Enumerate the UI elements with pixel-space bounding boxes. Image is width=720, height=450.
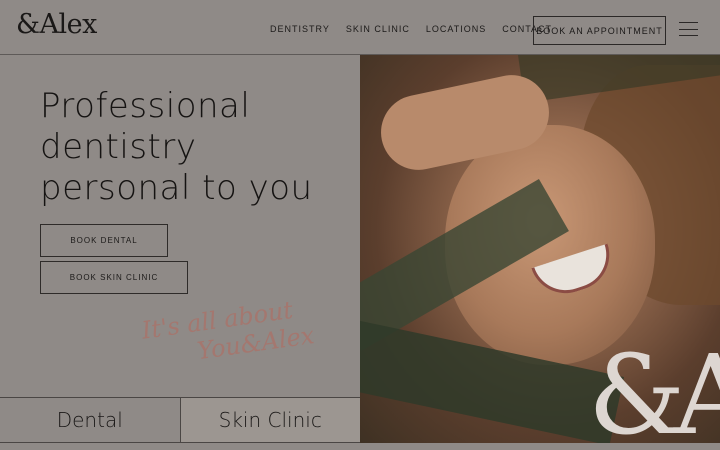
hero-left-panel: Professional dentistry personal to you B… bbox=[0, 55, 360, 450]
nav-locations[interactable]: LOCATIONS bbox=[426, 24, 486, 34]
service-tabs: Dental Skin Clinic bbox=[0, 397, 360, 443]
logo[interactable]: &Alex bbox=[16, 9, 97, 40]
site-header: &Alex DENTISTRY SKIN CLINIC LOCATIONS CO… bbox=[0, 0, 720, 55]
nav-dentistry[interactable]: DENTISTRY bbox=[270, 24, 330, 34]
book-appointment-button[interactable]: BOOK AN APPOINTMENT bbox=[533, 16, 666, 45]
nav-skin-clinic[interactable]: SKIN CLINIC bbox=[346, 24, 410, 34]
tab-dental[interactable]: Dental bbox=[0, 398, 181, 442]
script-tagline: It's all about You&Alex bbox=[140, 293, 316, 372]
book-dental-button[interactable]: BOOK DENTAL bbox=[40, 224, 168, 257]
page-title: Professional dentistry personal to you bbox=[40, 86, 313, 208]
main-nav: DENTISTRY SKIN CLINIC LOCATIONS CONTACT bbox=[270, 24, 568, 34]
tab-skin-clinic[interactable]: Skin Clinic bbox=[180, 398, 360, 442]
brand-monogram: &A bbox=[588, 331, 720, 443]
hamburger-menu-icon[interactable] bbox=[679, 22, 698, 36]
book-skin-clinic-button[interactable]: BOOK SKIN CLINIC bbox=[40, 261, 188, 294]
hero-image: &A bbox=[360, 55, 720, 443]
